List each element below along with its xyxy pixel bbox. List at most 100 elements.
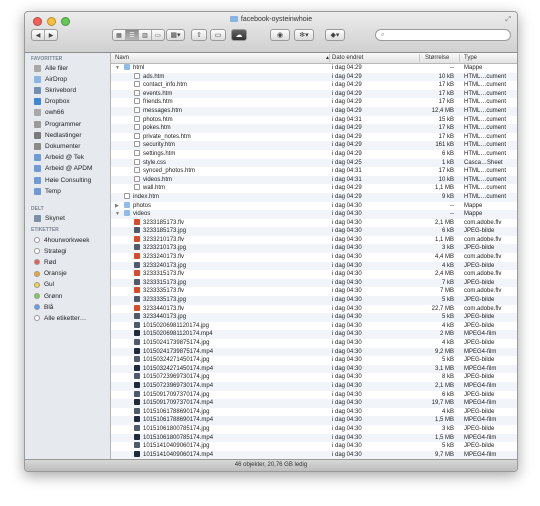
column-name[interactable]: Navn xyxy=(115,55,129,61)
file-row[interactable]: 3233185173.flv i dag 04:30 2,1 MB com.adobe… xyxy=(111,218,517,228)
sidebar-item-skynet[interactable]: Skynet xyxy=(34,213,65,223)
file-row[interactable]: 10150723969730174.mp4 i dag 04:30 2,1 MB MP… xyxy=(111,381,517,391)
file-row[interactable]: 10151061788690174.mp4 i dag 04:30 1,5 MB MP… xyxy=(111,416,517,425)
file-row[interactable]: ▶ photos i dag 04:30 -- Mappe xyxy=(111,201,517,211)
tag-item-4hourworkweek[interactable]: 4hourworkweek xyxy=(34,235,90,245)
column-date[interactable]: Dato endret xyxy=(332,55,363,61)
file-row[interactable]: 3233440173.jpg i dag 04:30 5 kB JPEG-bilde xyxy=(111,313,517,322)
disclosure-triangle-icon[interactable]: ▼ xyxy=(115,210,120,219)
file-row[interactable]: 10150917097370174.jpg i dag 04:30 6 kB JPEG… xyxy=(111,390,517,400)
sidebar-item-dropbox[interactable]: Dropbox xyxy=(34,97,70,107)
sidebar-item-arbeid-apdm[interactable]: Arbeid @ APDM xyxy=(34,164,92,174)
file-kind: MPEG4-film xyxy=(464,348,497,355)
file-row[interactable]: 10150917097370174.mp4 i dag 04:30 19,7 MB M… xyxy=(111,399,517,408)
action-button[interactable]: ✻▾ xyxy=(294,29,314,41)
file-row[interactable]: style.css i dag 04:25 1 kB Casca…Sheet xyxy=(111,158,517,168)
sidebar-item-h-ie-consulting[interactable]: Høie Consulting xyxy=(34,175,91,185)
back-button[interactable]: ◀ xyxy=(32,30,45,40)
tag-item-oransje[interactable]: Oransje xyxy=(34,269,67,279)
file-size: 17 kB xyxy=(438,125,454,132)
sidebar-item-programmer[interactable]: Programmer xyxy=(34,119,81,129)
file-row[interactable]: photos.htm i dag 04:31 15 kB HTML…cument xyxy=(111,115,517,125)
cloud-button[interactable]: ☁ xyxy=(231,29,247,41)
tag-item-gul[interactable]: Gul xyxy=(34,280,54,290)
tag-item-r-d[interactable]: Rød xyxy=(34,257,56,267)
doc-file-icon xyxy=(134,98,140,105)
file-row[interactable]: 10150206981120174.jpg i dag 04:30 4 kB JPEG… xyxy=(111,321,517,331)
sidebar-item-dokumenter[interactable]: Dokumenter xyxy=(34,141,80,151)
file-row[interactable]: events.htm i dag 04:29 17 kB HTML…cument xyxy=(111,89,517,99)
jpg-file-icon xyxy=(134,356,140,363)
file-date: i dag 04:29 xyxy=(332,82,362,89)
file-row[interactable]: 3233440173.flv i dag 04:30 22,7 MB com.adob… xyxy=(111,304,517,314)
file-row[interactable]: 3233240173.flv i dag 04:30 4,4 MB com.adobe… xyxy=(111,253,517,262)
file-row[interactable]: 3233210173.flv i dag 04:30 1,1 MB com.adobe… xyxy=(111,235,517,245)
sidebar-item-arbeid-tek[interactable]: Arbeid @ Tek xyxy=(34,153,84,163)
disclosure-triangle-icon[interactable]: ▶ xyxy=(115,202,119,211)
file-kind: HTML…cument xyxy=(464,90,507,97)
file-date: i dag 04:30 xyxy=(332,374,362,381)
file-row[interactable]: friends.htm i dag 04:29 17 kB HTML…cument xyxy=(111,98,517,107)
sidebar-item-alle-filer[interactable]: Alle filer xyxy=(34,63,68,73)
arrange-button[interactable]: ▦▾ xyxy=(166,29,185,41)
column-kind[interactable]: Type xyxy=(464,55,477,61)
file-row[interactable]: 10151410409060174.jpg i dag 04:30 5 kB JPEG… xyxy=(111,442,517,451)
tag-item-alle-etiketter[interactable]: Alle etiketter… xyxy=(34,313,86,323)
doc-file-icon xyxy=(134,149,140,156)
tag-item-bl[interactable]: Blå xyxy=(34,302,53,312)
file-row[interactable]: ads.htm i dag 04:29 10 kB HTML…cument xyxy=(111,72,517,82)
file-row[interactable]: 10150241739875174.mp4 i dag 04:30 9,2 MB MP… xyxy=(111,347,517,357)
search-field[interactable]: ⌕ xyxy=(375,29,511,41)
file-row[interactable]: 10151061800785174.jpg i dag 04:30 3 kB JPEG… xyxy=(111,424,517,434)
list-view-button[interactable]: ☰ xyxy=(126,30,139,40)
file-row[interactable]: videos.htm i dag 04:31 10 kB HTML…cument xyxy=(111,175,517,185)
file-row[interactable]: private_notes.htm i dag 04:29 17 kB HTML…cu… xyxy=(111,132,517,142)
file-row[interactable]: synced_photos.htm i dag 04:31 17 kB HTML…cu… xyxy=(111,167,517,176)
file-row[interactable]: 3233335173.flv i dag 04:30 7 MB com.adobe.f… xyxy=(111,287,517,296)
forward-button[interactable]: ▶ xyxy=(45,30,57,40)
file-row[interactable]: 10150206981120174.mp4 i dag 04:30 2 MB MPEG… xyxy=(111,330,517,339)
file-row[interactable]: 3233185173.jpg i dag 04:30 6 kB JPEG-bilde xyxy=(111,227,517,236)
tag-item-gr-nn[interactable]: Grønn xyxy=(34,291,62,301)
fullscreen-icon[interactable]: ⤢ xyxy=(505,16,511,24)
file-row[interactable]: index.htm i dag 04:29 9 kB HTML…cument xyxy=(111,192,517,202)
icon-view-button[interactable]: ▦ xyxy=(113,30,126,40)
sidebar-item-nedlastinger[interactable]: Nedlastinger xyxy=(34,130,82,140)
doc-file-icon xyxy=(134,106,140,113)
file-row[interactable]: 10150723969730174.jpg i dag 04:30 8 kB JPEG… xyxy=(111,373,517,382)
tag-item-strategi[interactable]: Strategi xyxy=(34,246,66,256)
file-row[interactable]: contact_info.htm i dag 04:29 17 kB HTML…cum… xyxy=(111,81,517,90)
file-row[interactable]: 10151061800785174.mp4 i dag 04:30 1,5 MB MP… xyxy=(111,433,517,443)
file-size: 5 kB xyxy=(441,357,454,364)
column-size[interactable]: Størrelse xyxy=(425,55,449,61)
file-row[interactable]: 10150324271450174.jpg i dag 04:30 5 kB JPEG… xyxy=(111,356,517,365)
file-row[interactable]: security.htm i dag 04:29 161 kB HTML…cument xyxy=(111,141,517,150)
file-row[interactable]: 3233240173.jpg i dag 04:30 4 kB JPEG-bilde xyxy=(111,261,517,271)
file-row[interactable]: 3233315173.flv i dag 04:30 2,4 MB com.adobe… xyxy=(111,270,517,279)
file-row[interactable]: 10150241739875174.jpg i dag 04:30 4 kB JPEG… xyxy=(111,339,517,348)
file-date: i dag 04:30 xyxy=(332,211,362,218)
file-row[interactable]: wall.htm i dag 04:29 1,1 MB HTML…cument xyxy=(111,184,517,193)
file-row[interactable]: 10151061788690174.jpg i dag 04:30 4 kB JPEG… xyxy=(111,407,517,417)
sidebar-item-skrivebord[interactable]: Skrivebord xyxy=(34,85,76,95)
file-row[interactable]: pokes.htm i dag 04:29 17 kB HTML…cument xyxy=(111,124,517,133)
disclosure-triangle-icon[interactable]: ▼ xyxy=(115,64,120,73)
sidebar-item-airdrop[interactable]: AirDrop xyxy=(34,74,67,84)
column-view-button[interactable]: ▥ xyxy=(139,30,152,40)
file-row[interactable]: 10150324271450174.mp4 i dag 04:30 3,1 MB MP… xyxy=(111,364,517,374)
file-row[interactable]: ▼ html i dag 04:29 -- Mappe xyxy=(111,64,517,73)
coverflow-view-button[interactable]: ▭ xyxy=(152,30,164,40)
dropbox-button[interactable]: ◆▾ xyxy=(325,29,345,41)
file-row[interactable]: ▼ videos i dag 04:30 -- Mappe xyxy=(111,210,517,219)
file-row[interactable]: 3233335173.jpg i dag 04:30 5 kB JPEG-bilde xyxy=(111,296,517,305)
quicklook-button[interactable]: ◉ xyxy=(270,29,290,41)
path-button[interactable]: ▭ xyxy=(210,29,226,41)
file-row[interactable]: settings.htm i dag 04:29 6 kB HTML…cument xyxy=(111,149,517,159)
share-button[interactable]: ⇧ xyxy=(191,29,207,41)
file-row[interactable]: 3233315173.jpg i dag 04:30 7 kB JPEG-bilde xyxy=(111,278,517,288)
sidebar-item-owh66[interactable]: owh66 xyxy=(34,108,64,118)
file-date: i dag 04:30 xyxy=(332,382,362,389)
file-row[interactable]: messages.htm i dag 04:29 12,4 MB HTML…cumen… xyxy=(111,106,517,116)
sidebar-item-temp[interactable]: Temp xyxy=(34,186,61,196)
file-row[interactable]: 3233210173.jpg i dag 04:30 3 kB JPEG-bilde xyxy=(111,244,517,254)
